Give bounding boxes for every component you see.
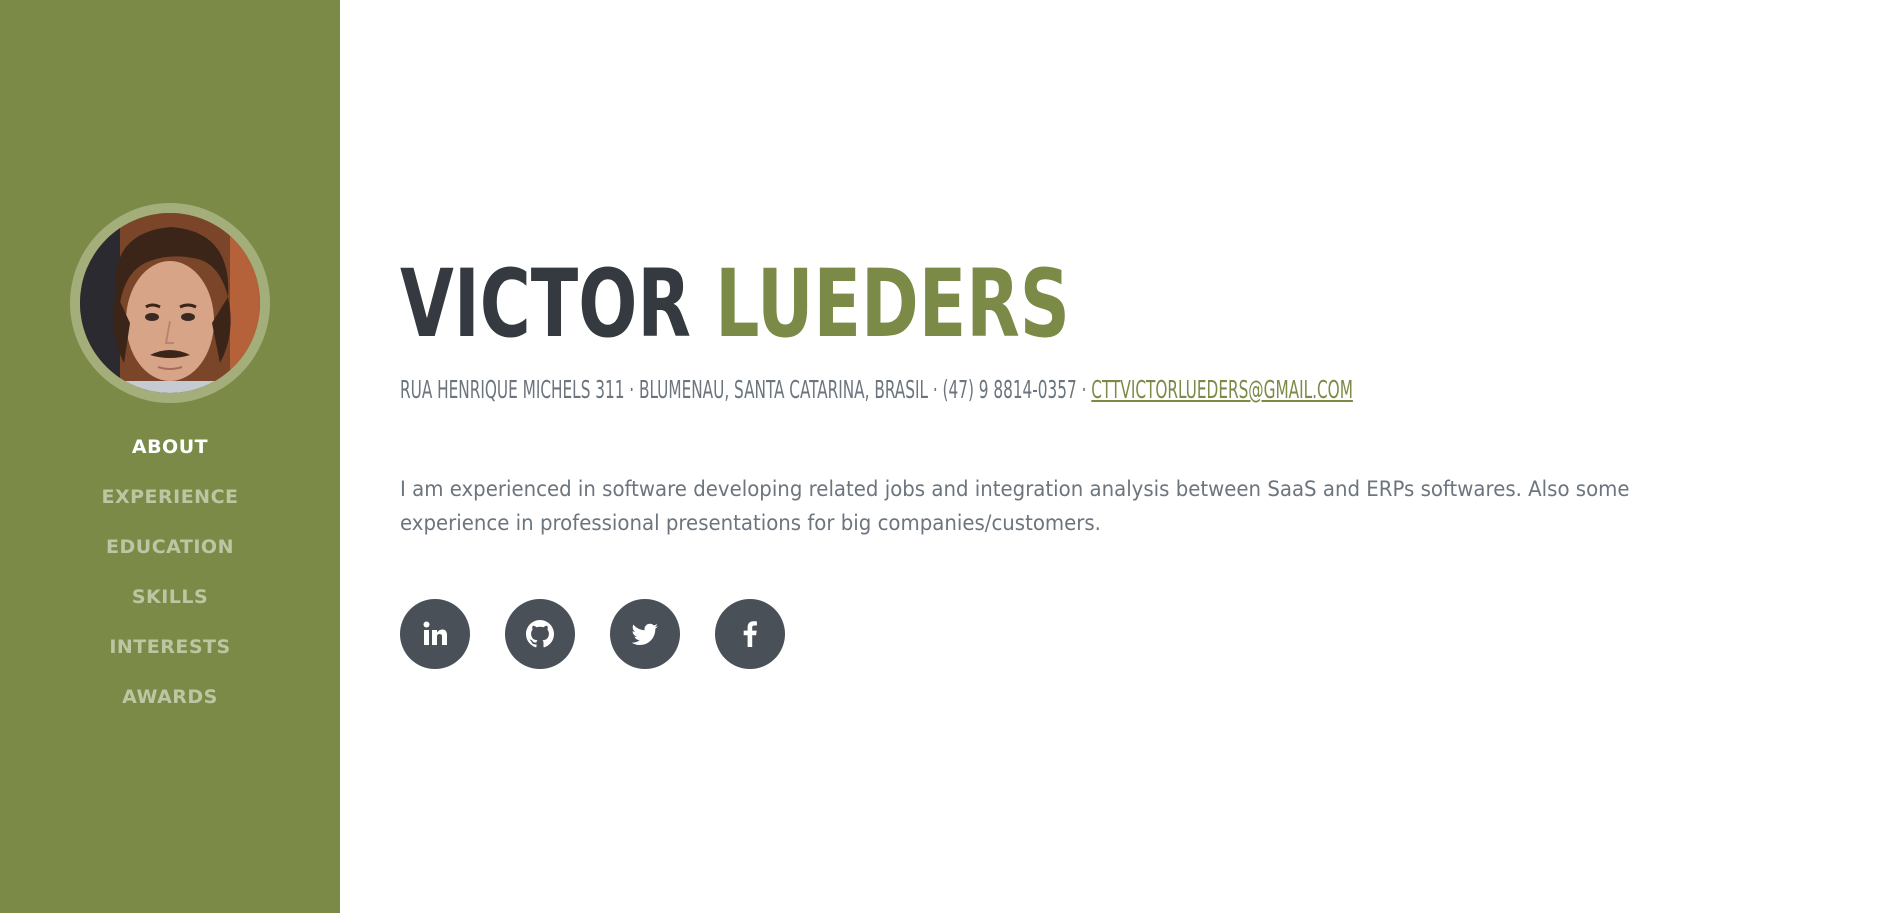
sidebar: ABOUT EXPERIENCE EDUCATION SKILLS INTERE… xyxy=(0,0,340,913)
nav-education[interactable]: EDUCATION xyxy=(0,534,340,584)
contact-line: RUA HENRIQUE MICHELS 311 · BLUMENAU, SAN… xyxy=(400,374,1353,406)
linkedin-icon xyxy=(423,621,447,645)
facebook-icon xyxy=(743,621,757,647)
avatar-frame xyxy=(70,203,270,403)
github-icon xyxy=(526,620,554,648)
linkedin-button[interactable] xyxy=(400,599,470,669)
last-name: LUEDERS xyxy=(715,250,1070,359)
about-section: VICTOR LUEDERS RUA HENRIQUE MICHELS 311 … xyxy=(400,0,1820,913)
email-link[interactable]: CTTVICTORLUEDERS@GMAIL.COM xyxy=(1091,375,1353,404)
nav-about[interactable]: ABOUT xyxy=(0,434,340,484)
social-links xyxy=(400,599,785,669)
page-title: VICTOR LUEDERS xyxy=(400,250,1070,360)
contact-address-phone: RUA HENRIQUE MICHELS 311 · BLUMENAU, SAN… xyxy=(400,375,1092,404)
github-button[interactable] xyxy=(505,599,575,669)
twitter-button[interactable] xyxy=(610,599,680,669)
twitter-icon xyxy=(631,623,658,645)
nav-skills[interactable]: SKILLS xyxy=(0,584,340,634)
nav-experience[interactable]: EXPERIENCE xyxy=(0,484,340,534)
profile-photo xyxy=(80,213,260,393)
nav-awards[interactable]: AWARDS xyxy=(0,684,340,734)
facebook-button[interactable] xyxy=(715,599,785,669)
bio-text: I am experienced in software developing … xyxy=(400,477,1630,535)
sidebar-nav: ABOUT EXPERIENCE EDUCATION SKILLS INTERE… xyxy=(0,434,340,734)
first-name: VICTOR xyxy=(400,250,691,359)
nav-interests[interactable]: INTERESTS xyxy=(0,634,340,684)
